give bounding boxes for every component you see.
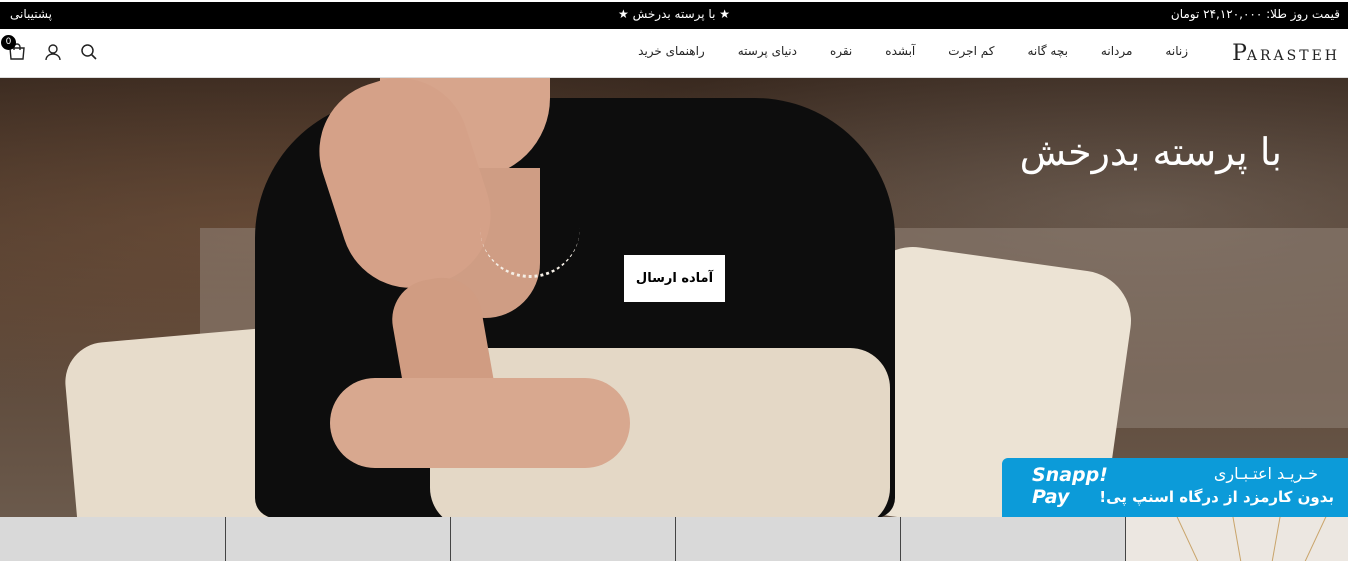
category-tiles	[0, 517, 1348, 561]
snapp-pay-logo: Snapp! Pay	[1032, 464, 1108, 508]
category-tile[interactable]	[225, 517, 450, 561]
category-tile[interactable]	[675, 517, 900, 561]
snapp-headline: خـریـد اعتـبـاری	[1213, 464, 1318, 483]
main-menu: زنانه مردانه بچه گانه کم اجرت آبشده نقره…	[605, 44, 1188, 58]
snapp-logo-line2: Pay	[1032, 486, 1070, 508]
search-icon[interactable]	[80, 43, 98, 61]
top-announcement-bar: قیمت روز طلا: ۲۴,۱۲۰,۰۰۰ تومان ★ با پرست…	[0, 0, 1348, 29]
promo-text: ★ با پرسته بدرخش ★	[618, 7, 730, 21]
hero-model-hands	[330, 378, 630, 468]
header-icons: 0	[1, 35, 98, 61]
jewelry-chain-decoration	[1230, 517, 1243, 561]
hero-title: با پرسته بدرخش	[1019, 130, 1282, 174]
category-tile[interactable]	[900, 517, 1125, 561]
category-tile[interactable]	[1125, 517, 1348, 561]
menu-item-men[interactable]: مردانه	[1101, 44, 1133, 58]
snapp-logo-line1: Snapp!	[1032, 464, 1108, 486]
jewelry-chain-decoration	[1303, 517, 1330, 561]
snapp-subline: بدون کارمزد از درگاه اسنپ پی!	[1099, 488, 1334, 506]
hero-banner[interactable]: با پرسته بدرخش آماده ارسال Snapp! Pay خـ…	[0, 78, 1348, 517]
jewelry-chain-decoration	[1173, 517, 1200, 561]
logo-initial: P	[1232, 41, 1247, 66]
cart-count-badge: 0	[1, 35, 16, 50]
cart-icon[interactable]: 0	[1, 35, 26, 61]
snapp-pay-banner[interactable]: Snapp! Pay خـریـد اعتـبـاری بدون کارمزد …	[1002, 458, 1348, 517]
support-link[interactable]: پشتیبانی	[10, 7, 52, 21]
jewelry-chain-decoration	[1270, 517, 1283, 561]
category-tile[interactable]	[0, 517, 225, 561]
menu-item-low-wage[interactable]: کم اجرت	[948, 44, 994, 58]
logo[interactable]: PARASTEH	[1232, 41, 1340, 66]
menu-item-kids[interactable]: بچه گانه	[1027, 44, 1067, 58]
main-navigation: PARASTEH زنانه مردانه بچه گانه کم اجرت آ…	[0, 29, 1348, 78]
menu-item-women[interactable]: زنانه	[1165, 44, 1188, 58]
user-icon[interactable]	[44, 43, 62, 61]
category-tile[interactable]	[450, 517, 675, 561]
menu-item-parasteh-world[interactable]: دنیای پرسته	[738, 44, 797, 58]
menu-item-melted-gold[interactable]: آبشده	[885, 44, 915, 58]
ready-to-ship-button[interactable]: آماده ارسال	[624, 255, 725, 302]
menu-item-silver[interactable]: نقره	[830, 44, 852, 58]
logo-rest: ARASTEH	[1246, 48, 1340, 64]
menu-item-shopping-guide[interactable]: راهنمای خرید	[638, 44, 705, 58]
